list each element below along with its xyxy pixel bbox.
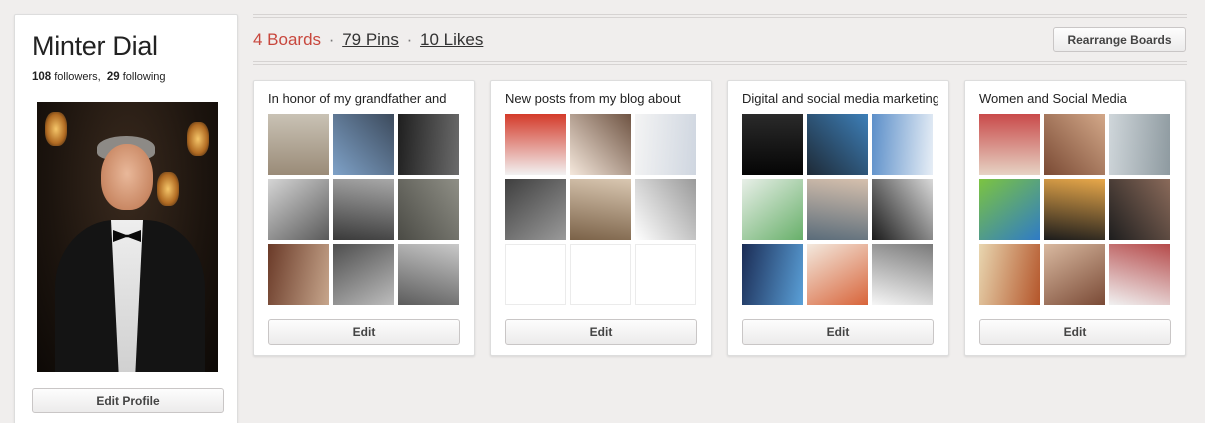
nav-separator: · — [328, 30, 335, 49]
followers-count[interactable]: 108 — [32, 71, 51, 83]
pin-thumbnail[interactable] — [635, 114, 696, 175]
pin-thumbnail[interactable] — [872, 179, 933, 240]
empty-pin-slot — [505, 244, 566, 305]
board-card[interactable]: In honor of my grandfather and Edit — [253, 80, 475, 356]
board-thumbnails[interactable] — [268, 114, 460, 306]
pin-thumbnail[interactable] — [570, 114, 631, 175]
empty-pin-slot — [570, 244, 631, 305]
profile-name: Minter Dial — [32, 31, 158, 61]
profile-card: Minter Dial 108 followers, 29 following … — [14, 14, 238, 423]
profile-nav: 4 Boards · 79 Pins · 10 Likes — [253, 30, 483, 50]
followers-label[interactable]: followers, — [54, 71, 100, 83]
tab-pins[interactable]: 79 Pins — [342, 30, 399, 49]
edit-board-button[interactable]: Edit — [742, 319, 934, 345]
pin-thumbnail[interactable] — [398, 179, 459, 240]
pin-thumbnail[interactable] — [872, 244, 933, 305]
avatar — [37, 102, 218, 372]
tab-likes[interactable]: 10 Likes — [420, 30, 483, 49]
board-card[interactable]: Women and Social Media Edit — [964, 80, 1186, 356]
edit-board-button[interactable]: Edit — [505, 319, 697, 345]
following-label[interactable]: following — [123, 71, 166, 83]
board-card[interactable]: Digital and social media marketing Edit — [727, 80, 949, 356]
pin-thumbnail[interactable] — [807, 244, 868, 305]
pin-thumbnail[interactable] — [268, 114, 329, 175]
pin-thumbnail[interactable] — [1109, 114, 1170, 175]
edit-board-button[interactable]: Edit — [979, 319, 1171, 345]
pin-thumbnail[interactable] — [1044, 244, 1105, 305]
pin-thumbnail[interactable] — [742, 114, 803, 175]
pin-thumbnail[interactable] — [333, 244, 394, 305]
edit-profile-button[interactable]: Edit Profile — [32, 388, 224, 413]
pin-thumbnail[interactable] — [807, 114, 868, 175]
board-thumbnails[interactable] — [979, 114, 1171, 306]
pin-thumbnail[interactable] — [807, 179, 868, 240]
tab-boards[interactable]: 4 Boards — [253, 30, 321, 49]
pin-thumbnail[interactable] — [333, 179, 394, 240]
pin-thumbnail[interactable] — [979, 244, 1040, 305]
board-title[interactable]: In honor of my grandfather and — [268, 91, 464, 106]
pin-thumbnail[interactable] — [1044, 179, 1105, 240]
pin-thumbnail[interactable] — [872, 114, 933, 175]
pin-thumbnail[interactable] — [268, 179, 329, 240]
board-thumbnails[interactable] — [742, 114, 934, 306]
pin-thumbnail[interactable] — [333, 114, 394, 175]
board-title[interactable]: Digital and social media marketing — [742, 91, 938, 106]
board-card[interactable]: New posts from my blog about Edit — [490, 80, 712, 356]
board-thumbnails[interactable] — [505, 114, 697, 306]
empty-pin-slot — [635, 244, 696, 305]
nav-separator: · — [406, 30, 413, 49]
pin-thumbnail[interactable] — [505, 179, 566, 240]
follow-stats: 108 followers, 29 following — [32, 71, 166, 83]
pin-thumbnail[interactable] — [979, 179, 1040, 240]
pin-thumbnail[interactable] — [1109, 179, 1170, 240]
pin-thumbnail[interactable] — [398, 244, 459, 305]
pin-thumbnail[interactable] — [1109, 244, 1170, 305]
edit-board-button[interactable]: Edit — [268, 319, 460, 345]
pin-thumbnail[interactable] — [742, 244, 803, 305]
pin-thumbnail[interactable] — [742, 179, 803, 240]
pin-thumbnail[interactable] — [505, 114, 566, 175]
following-count[interactable]: 29 — [107, 71, 120, 83]
pin-thumbnail[interactable] — [398, 114, 459, 175]
pin-thumbnail[interactable] — [268, 244, 329, 305]
board-title[interactable]: New posts from my blog about — [505, 91, 701, 106]
board-title[interactable]: Women and Social Media — [979, 91, 1175, 106]
pin-thumbnail[interactable] — [570, 179, 631, 240]
pin-thumbnail[interactable] — [635, 179, 696, 240]
pin-thumbnail[interactable] — [1044, 114, 1105, 175]
rearrange-boards-button[interactable]: Rearrange Boards — [1053, 27, 1186, 52]
pin-thumbnail[interactable] — [979, 114, 1040, 175]
